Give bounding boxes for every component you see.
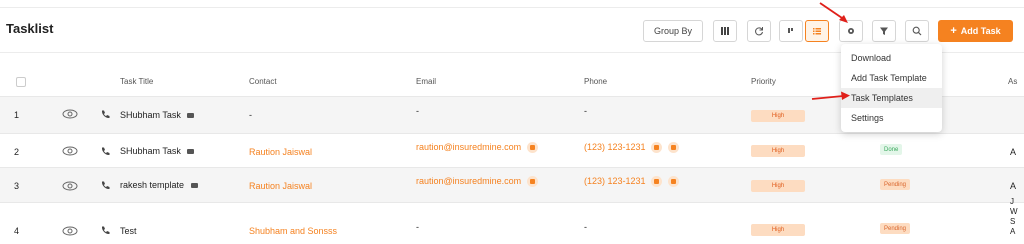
email-value: -	[416, 106, 419, 116]
table-row[interactable]: 2 SHubham Task Raution Jaiswal raution@i…	[0, 133, 1024, 167]
email-icon[interactable]	[526, 142, 538, 154]
menu-item-download[interactable]: Download	[841, 48, 942, 68]
row-index: 4	[14, 226, 20, 236]
assigned-value: A	[1010, 181, 1017, 191]
phone-icon[interactable]	[100, 146, 111, 159]
phone-value: -	[584, 106, 587, 116]
menu-item-settings[interactable]: Settings	[841, 108, 942, 128]
contact-value: -	[249, 110, 252, 120]
search-button[interactable]	[905, 20, 929, 42]
select-all-checkbox[interactable]	[16, 77, 26, 87]
contact-link[interactable]: Raution Jaiswal	[249, 181, 312, 191]
task-title-text: SHubham Task	[120, 146, 181, 156]
page-title: Tasklist	[6, 21, 54, 36]
filter-icon	[879, 26, 889, 36]
row-index: 1	[14, 110, 20, 120]
assigned-value: A	[1010, 147, 1017, 157]
annotation-arrow-task-templates	[811, 91, 850, 100]
email-icon[interactable]	[526, 176, 538, 188]
priority-badge: High	[751, 180, 805, 192]
priority-badge: High	[751, 224, 805, 236]
email-link[interactable]: raution@insuredmine.com	[416, 176, 538, 188]
add-task-button[interactable]: + Add Task	[938, 20, 1013, 42]
column-header-assigned[interactable]: As	[1008, 77, 1017, 86]
menu-item-task-templates[interactable]: Task Templates	[841, 88, 942, 108]
task-title-text: rakesh template	[120, 180, 185, 190]
task-title[interactable]: rakesh template	[120, 180, 198, 190]
flag-icon	[786, 26, 796, 36]
eye-icon[interactable]	[62, 146, 78, 158]
call-icon[interactable]	[667, 142, 679, 154]
board-view-button[interactable]	[779, 20, 803, 42]
phone-icon[interactable]	[100, 109, 111, 122]
group-by-button[interactable]: Group By	[643, 20, 703, 42]
task-title[interactable]: SHubham Task	[120, 110, 195, 120]
search-icon	[912, 26, 922, 36]
plus-icon: +	[950, 25, 957, 37]
settings-dropdown-menu: Download Add Task Template Task Template…	[841, 44, 942, 132]
refresh-button[interactable]	[747, 20, 771, 42]
phone-text: (123) 123-1231	[584, 176, 646, 186]
column-header-email[interactable]: Email	[416, 77, 436, 86]
column-header-phone[interactable]: Phone	[584, 77, 607, 86]
status-badge: Done	[880, 144, 903, 155]
row-index: 3	[14, 181, 20, 191]
menu-item-add-task-template[interactable]: Add Task Template	[841, 68, 942, 88]
eye-icon[interactable]	[62, 226, 78, 238]
priority-badge: High	[751, 110, 805, 122]
row-index: 2	[14, 147, 20, 157]
tag-icon	[187, 149, 195, 155]
eye-icon[interactable]	[62, 181, 78, 193]
phone-text: (123) 123-1231	[584, 142, 646, 152]
sms-icon[interactable]	[651, 176, 663, 188]
email-text: raution@insuredmine.com	[416, 142, 522, 152]
phone-icon[interactable]	[100, 225, 111, 238]
status-badge: Pending	[880, 179, 911, 190]
column-header-priority[interactable]: Priority	[751, 77, 776, 86]
columns-view-button[interactable]	[713, 20, 737, 42]
tag-icon	[187, 113, 195, 119]
email-link[interactable]: raution@insuredmine.com	[416, 142, 538, 154]
add-task-label: Add Task	[960, 26, 1001, 36]
table-row[interactable]: 3 rakesh template Raution Jaiswal rautio…	[0, 167, 1024, 202]
email-text: raution@insuredmine.com	[416, 176, 522, 186]
top-strip	[0, 0, 1024, 8]
status-badge: Pending	[880, 223, 911, 234]
phone-link[interactable]: (123) 123-1231	[584, 142, 679, 154]
column-header-task-title[interactable]: Task Title	[120, 77, 153, 86]
phone-value: -	[584, 222, 587, 232]
phone-icon[interactable]	[100, 180, 111, 193]
email-value: -	[416, 222, 419, 232]
call-icon[interactable]	[667, 176, 679, 188]
task-title-text: SHubham Task	[120, 110, 181, 120]
task-title[interactable]: SHubham Task	[120, 146, 195, 156]
refresh-icon	[754, 26, 764, 36]
assigned-value: J W S A	[1010, 197, 1018, 236]
column-header-contact[interactable]: Contact	[249, 77, 277, 86]
filter-button[interactable]	[872, 20, 896, 42]
eye-icon[interactable]	[62, 109, 78, 121]
columns-icon	[720, 26, 730, 36]
priority-badge: High	[751, 145, 805, 157]
contact-link[interactable]: Raution Jaiswal	[249, 147, 312, 157]
annotation-arrow-settings	[819, 2, 848, 23]
task-title[interactable]: Test	[120, 226, 137, 236]
phone-link[interactable]: (123) 123-1231	[584, 176, 679, 188]
table-row[interactable]: 4 Test Shubham and Sonsss - - High Pendi…	[0, 197, 1024, 244]
sms-icon[interactable]	[651, 142, 663, 154]
tag-icon	[190, 183, 198, 189]
contact-link[interactable]: Shubham and Sonsss	[249, 226, 337, 236]
